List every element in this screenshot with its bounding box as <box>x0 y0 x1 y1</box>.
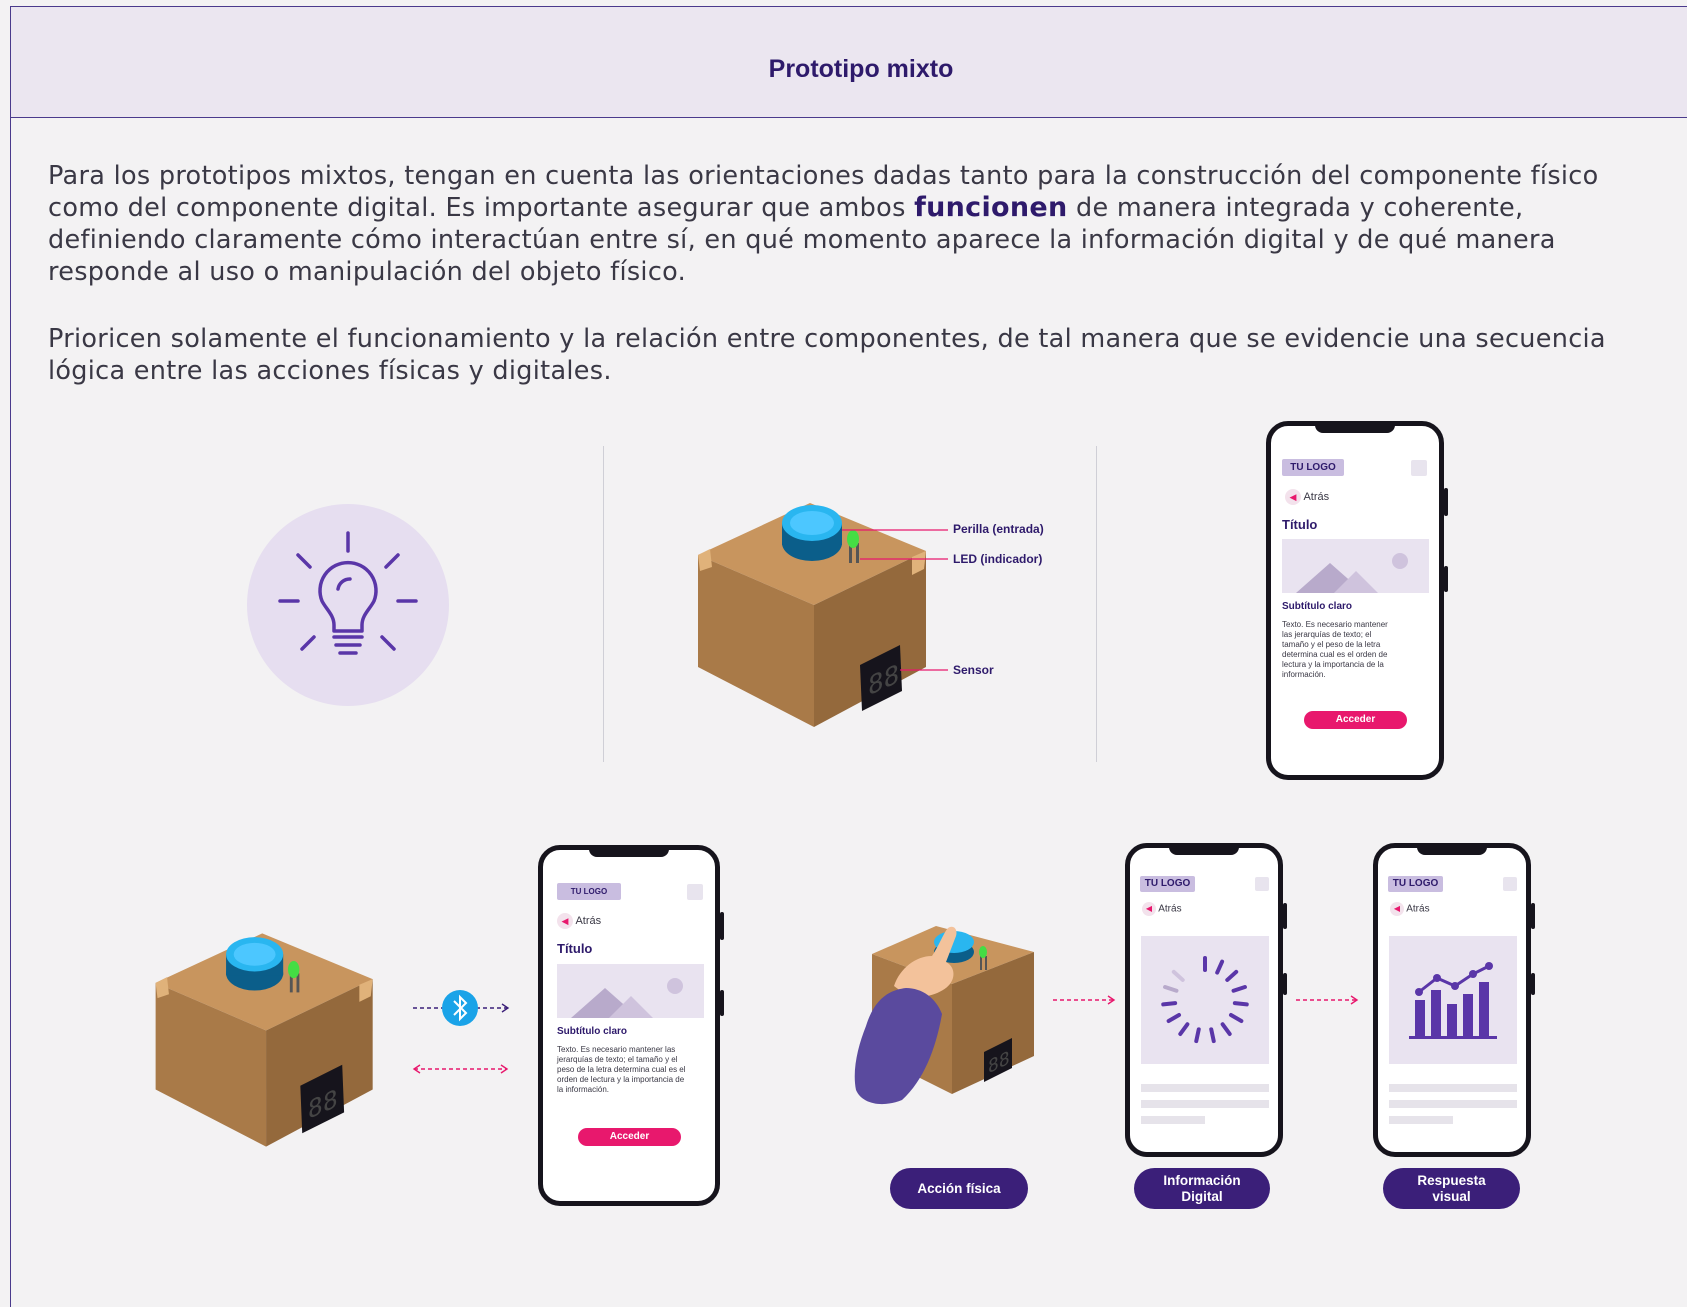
phone-side-button <box>720 990 724 1016</box>
loading-spinner-icon <box>1141 936 1269 1064</box>
phone-access-button[interactable]: Acceder <box>578 1128 681 1146</box>
phone-side-button <box>1283 903 1287 929</box>
phone-logo: TU LOGO <box>1282 459 1344 476</box>
callout-sensor: Sensor <box>953 663 994 677</box>
phone-side-button <box>1531 973 1535 995</box>
page-title: Prototipo mixto <box>768 55 954 83</box>
bar-chart-icon <box>1389 936 1517 1064</box>
step-visual-response-label: Respuesta visual <box>1417 1172 1486 1204</box>
back-arrow-icon: ◀ <box>1285 489 1301 505</box>
back-link[interactable]: ◀ Atrás <box>1285 489 1329 505</box>
hand-pressing-box-illustration: 88 <box>854 926 1034 1105</box>
back-arrow-icon: ◀ <box>557 913 573 929</box>
phone-mockup-bottom-left: TU LOGO ◀ Atrás Título Subtítulo claro T… <box>538 845 724 1206</box>
phone-text: Texto. Es necesario mantener las jerarqu… <box>557 1045 686 1094</box>
intro-paragraph-2: Prioricen solamente el funcionamiento y … <box>48 324 1606 386</box>
phone-notch <box>589 849 669 857</box>
phone-access-button[interactable]: Acceder <box>1304 711 1407 729</box>
callout-lines <box>842 529 948 671</box>
phone-side-button <box>1283 973 1287 995</box>
step-digital-info-label: Información Digital <box>1163 1172 1241 1204</box>
mountain-image-icon <box>557 964 704 1018</box>
phone-notch <box>1417 847 1487 855</box>
phone-side-button <box>1531 903 1535 929</box>
phone-side-button <box>1444 488 1448 516</box>
step-physical-action: Acción física <box>890 1168 1028 1209</box>
divider-right <box>1096 446 1097 762</box>
menu-icon[interactable] <box>1503 877 1517 891</box>
menu-icon[interactable] <box>1255 877 1269 891</box>
phone-title: Título <box>557 941 593 956</box>
phone-notch <box>1315 425 1395 433</box>
header-bar: Prototipo mixto <box>11 7 1687 118</box>
back-link[interactable]: ◀ Atrás <box>1390 902 1430 916</box>
phone-logo: TU LOGO <box>557 883 621 900</box>
menu-icon[interactable] <box>1411 460 1427 476</box>
menu-icon[interactable] <box>687 884 703 900</box>
placeholder-line <box>1389 1100 1517 1108</box>
phone-title: Título <box>1282 517 1318 532</box>
sequence-arrow-1 <box>1053 995 1116 1005</box>
callout-knob: Perilla (entrada) <box>953 522 1044 536</box>
back-label: Atrás <box>1158 903 1182 915</box>
bluetooth-connection <box>412 990 510 1074</box>
back-label: Atrás <box>575 914 602 927</box>
placeholder-line <box>1389 1116 1453 1124</box>
phone-side-button <box>1444 566 1448 592</box>
phone-mockup-visual-response: TU LOGO ◀ Atrás <box>1373 843 1535 1157</box>
placeholder-line <box>1141 1084 1269 1092</box>
back-arrow-icon: ◀ <box>1142 902 1156 916</box>
mountain-image-icon <box>1282 539 1429 593</box>
phone-mockup-digital-info: TU LOGO ◀ Atrás <box>1125 843 1287 1157</box>
placeholder-line <box>1141 1116 1205 1124</box>
back-arrow-icon: ◀ <box>1390 902 1404 916</box>
intro-bold-word: funcionen <box>914 192 1068 223</box>
back-label: Atrás <box>1303 490 1330 503</box>
phone-logo: TU LOGO <box>1140 876 1195 892</box>
placeholder-line <box>1141 1100 1269 1108</box>
callout-led: LED (indicador) <box>953 552 1043 566</box>
phone-subtitle: Subtítulo claro <box>557 1026 627 1037</box>
intro-paragraph-1: Para los prototipos mixtos, tengan en cu… <box>48 160 1658 288</box>
back-link[interactable]: ◀ Atrás <box>557 913 601 929</box>
placeholder-line <box>1389 1084 1517 1092</box>
step-digital-info: Información Digital <box>1134 1168 1270 1209</box>
back-label: Atrás <box>1406 903 1430 915</box>
phone-side-button <box>720 912 724 940</box>
sequence-arrow-2 <box>1296 995 1359 1005</box>
step-visual-response: Respuesta visual <box>1383 1168 1520 1209</box>
box-prototype-illustration-bottom: 88 <box>155 933 373 1147</box>
lightbulb-icon <box>247 504 449 706</box>
phone-notch <box>1169 847 1239 855</box>
phone-subtitle: Subtítulo claro <box>1282 601 1352 612</box>
divider-left <box>603 446 604 762</box>
phone-text: Texto. Es necesario mantener las jerarqu… <box>1282 620 1388 679</box>
phone-logo: TU LOGO <box>1388 876 1443 892</box>
phone-mockup-top: TU LOGO ◀ Atrás Título Subtítulo claro T… <box>1266 421 1448 780</box>
back-link[interactable]: ◀ Atrás <box>1142 902 1182 916</box>
